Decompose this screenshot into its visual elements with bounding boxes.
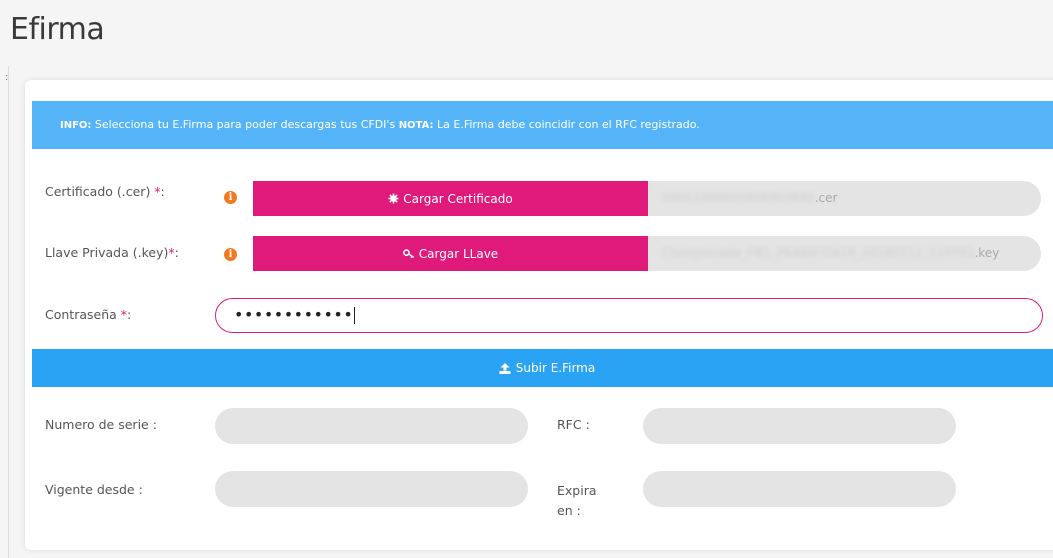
rfc-label: RFC : bbox=[557, 417, 590, 432]
key-file-name: Claveprivada_FIEL_PAAN970418_20180112_11… bbox=[648, 236, 1041, 271]
page-title: Efirma bbox=[10, 12, 105, 47]
info-icon[interactable]: i bbox=[224, 248, 237, 261]
info-icon[interactable]: i bbox=[224, 191, 237, 204]
valid-from-label: Vigente desde : bbox=[45, 482, 143, 497]
upload-efirma-label: Subir E.Firma bbox=[515, 361, 596, 375]
cer-label: Certificado (.cer) *: bbox=[45, 184, 165, 199]
info-banner: INFO: Selecciona tu E.Firma para poder d… bbox=[32, 101, 1053, 149]
nota-label: NOTA: bbox=[398, 120, 434, 131]
upload-key-button[interactable]: Cargar LLave bbox=[253, 236, 648, 271]
expires-label: Expira en : bbox=[557, 483, 597, 518]
upload-certificate-button[interactable]: Cargar Certificado bbox=[253, 181, 648, 216]
certificate-icon bbox=[388, 193, 399, 204]
serial-number-field bbox=[215, 408, 528, 444]
certificate-file-name: 00001000000408903840.cer bbox=[648, 181, 1041, 216]
left-divider bbox=[8, 66, 9, 558]
expires-field bbox=[643, 471, 956, 507]
valid-from-field bbox=[215, 471, 528, 507]
upload-certificate-label: Cargar Certificado bbox=[403, 191, 513, 206]
info-text: Selecciona tu E.Firma para poder descarg… bbox=[91, 118, 399, 131]
password-input[interactable]: •••••••••••• bbox=[215, 298, 1043, 333]
key-label: Llave Privada (.key)*: bbox=[45, 245, 179, 260]
upload-icon bbox=[499, 362, 511, 374]
upload-efirma-button[interactable]: Subir E.Firma bbox=[32, 349, 1053, 387]
side-marker: : bbox=[5, 72, 9, 83]
password-label: Contraseña *: bbox=[45, 307, 132, 322]
key-icon bbox=[402, 248, 415, 259]
password-value: •••••••••••• bbox=[234, 305, 354, 324]
serial-number-label: Numero de serie : bbox=[45, 417, 157, 432]
rfc-field bbox=[643, 408, 956, 444]
info-label: INFO: bbox=[60, 120, 92, 131]
nota-text: La E.Firma debe coincidir con el RFC reg… bbox=[433, 118, 700, 131]
upload-key-label: Cargar LLave bbox=[418, 246, 499, 261]
text-caret bbox=[354, 307, 356, 324]
